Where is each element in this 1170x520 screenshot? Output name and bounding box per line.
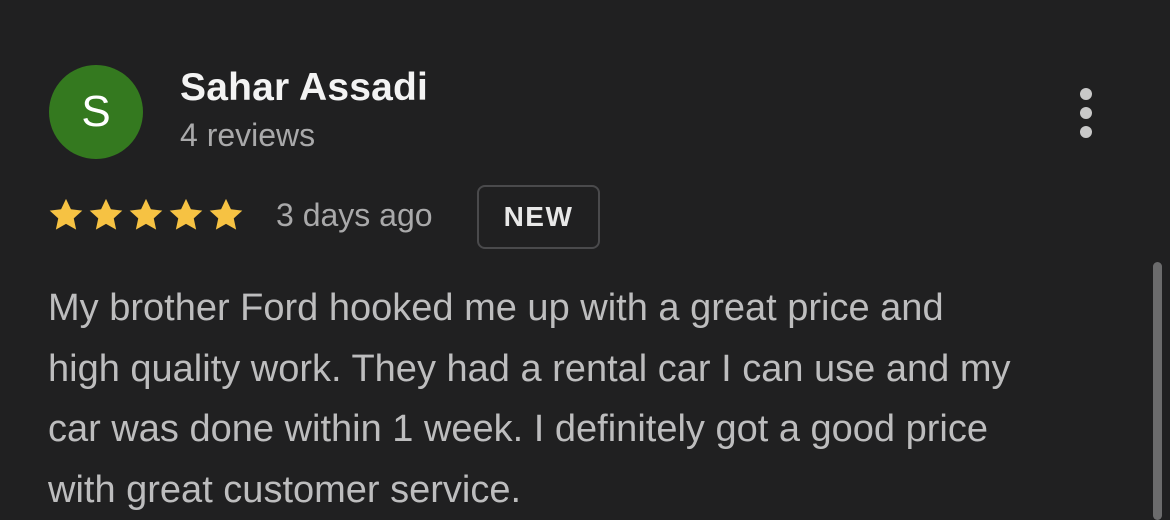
star-icon [127,196,165,234]
star-icon [47,196,85,234]
reviewer-review-count: 4 reviews [180,117,316,153]
more-dot [1080,126,1092,138]
new-badge: NEW [477,185,600,249]
more-options-icon[interactable] [1068,84,1104,142]
review-date: 3 days ago [276,197,433,233]
avatar-initial: S [81,87,111,136]
review-card: S Sahar Assadi 4 reviews 3 days ago NEW … [0,0,1170,520]
scrollbar[interactable] [1153,262,1162,520]
star-icon [207,196,245,234]
review-text-line: high quality work. They had a rental car… [48,347,1011,390]
review-text: My brother Ford hooked me up with a grea… [48,278,1133,520]
more-dot [1080,107,1092,119]
reviewer-name[interactable]: Sahar Assadi [180,66,428,110]
star-icon [87,196,125,234]
reviewer-avatar[interactable]: S [49,65,143,159]
star-icon [167,196,205,234]
more-dot [1080,88,1092,100]
review-text-line: My brother Ford hooked me up with a grea… [48,287,944,329]
star-rating [47,196,245,234]
review-text-line: car was done within 1 week. I definitely… [48,408,988,450]
review-text-line: with great customer service. [48,468,522,511]
